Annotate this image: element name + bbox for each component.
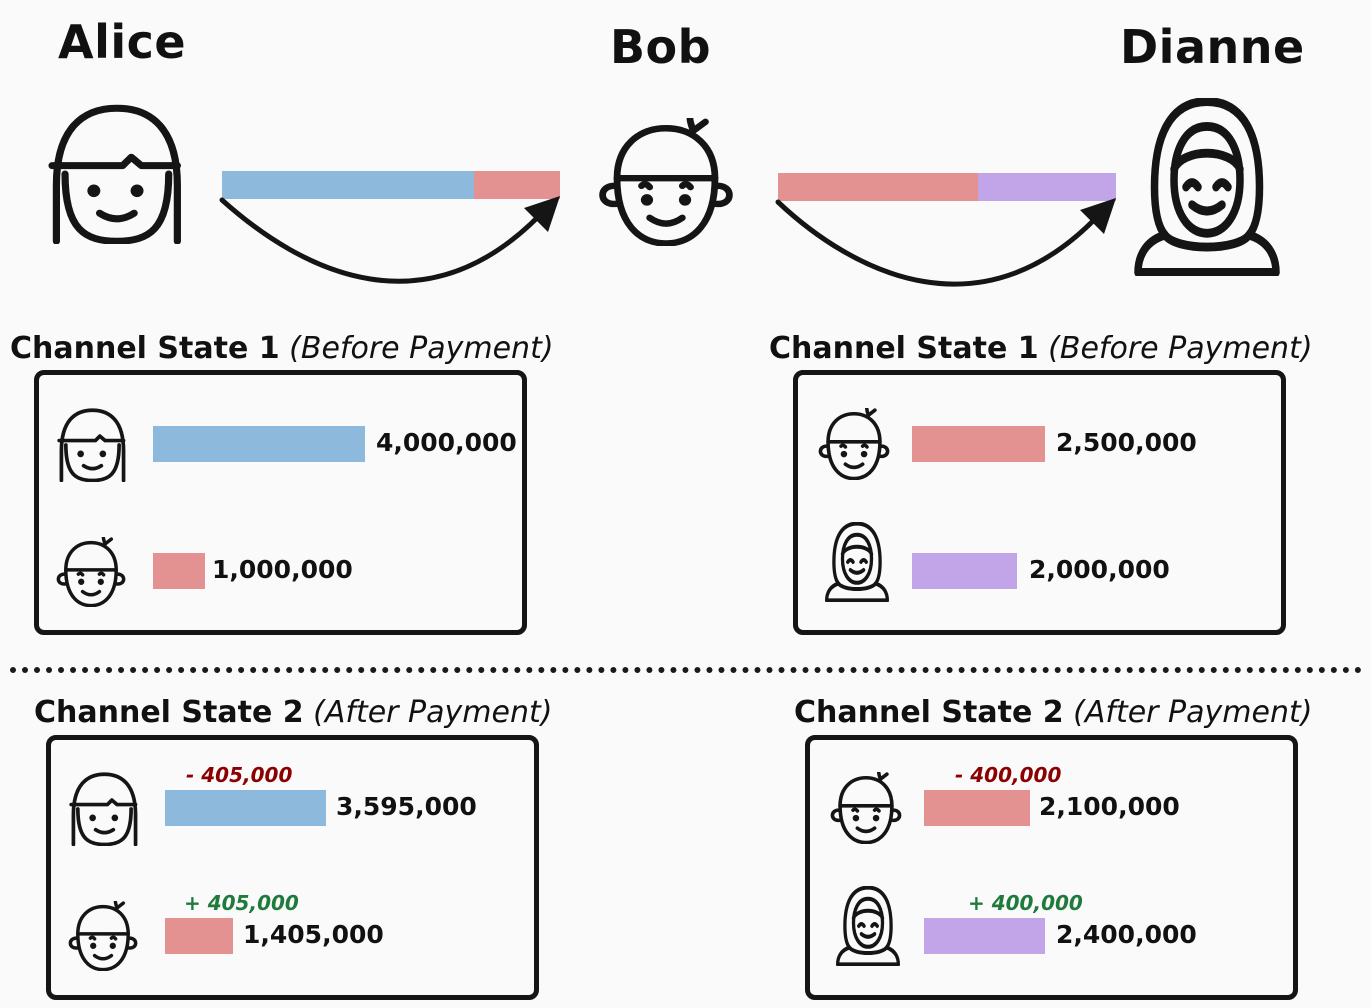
- dianne-hijab-face-icon: [835, 886, 901, 966]
- right-state2-subtitle: (After Payment): [1073, 695, 1313, 730]
- payment-arrows: [219, 196, 1116, 287]
- right-state2-title: Channel State 2: [794, 695, 1064, 730]
- bob-face-icon: [818, 408, 890, 480]
- balance-delta-bob: - 400,000: [955, 763, 1062, 787]
- balance-bar-bob: [165, 918, 233, 954]
- bob-face-icon: [830, 772, 902, 844]
- balance-value-alice: 3,595,000: [336, 792, 477, 821]
- right-state1-heading: Channel State 1 (Before Payment): [769, 331, 1313, 366]
- balance-bar-dianne: [924, 918, 1045, 954]
- left-state2-heading: Channel State 2 (After Payment): [34, 695, 552, 730]
- balance-bar-bob: [924, 790, 1030, 826]
- right-state1-title: Channel State 1: [769, 331, 1039, 366]
- balance-value-bob: 2,500,000: [1056, 428, 1197, 457]
- bob-to-dianne-arrow: [775, 199, 1111, 287]
- balance-value-alice: 4,000,000: [376, 428, 517, 457]
- right-state2-heading: Channel State 2 (After Payment): [794, 695, 1312, 730]
- balance-value-bob: 2,100,000: [1039, 792, 1180, 821]
- alice-face-icon: [54, 408, 128, 482]
- balance-value-dianne: 2,000,000: [1029, 555, 1170, 584]
- state-divider: [10, 667, 1362, 673]
- alice-to-bob-arrow: [219, 197, 555, 284]
- left-state1-subtitle: (Before Payment): [289, 331, 554, 366]
- bob-face-icon: [68, 901, 138, 971]
- left-state2-title: Channel State 2: [34, 695, 304, 730]
- balance-bar-bob: [912, 426, 1045, 462]
- left-state1-title: Channel State 1: [10, 331, 280, 366]
- bob-face-icon: [56, 537, 126, 607]
- balance-bar-dianne: [912, 553, 1017, 589]
- balance-bar-bob: [153, 553, 205, 589]
- balance-delta-alice: - 405,000: [186, 763, 293, 787]
- balance-value-bob: 1,000,000: [212, 555, 353, 584]
- left-state2-subtitle: (After Payment): [313, 695, 553, 730]
- right-state1-subtitle: (Before Payment): [1048, 331, 1313, 366]
- balance-value-bob: 1,405,000: [243, 920, 384, 949]
- balance-bar-alice: [165, 790, 326, 826]
- balance-bar-alice: [153, 426, 365, 462]
- alice-face-icon: [66, 772, 140, 846]
- balance-delta-dianne: + 400,000: [968, 891, 1083, 915]
- dianne-hijab-face-icon: [824, 522, 890, 602]
- balance-delta-bob: + 405,000: [184, 891, 299, 915]
- balance-value-dianne: 2,400,000: [1056, 920, 1197, 949]
- left-state1-heading: Channel State 1 (Before Payment): [10, 331, 554, 366]
